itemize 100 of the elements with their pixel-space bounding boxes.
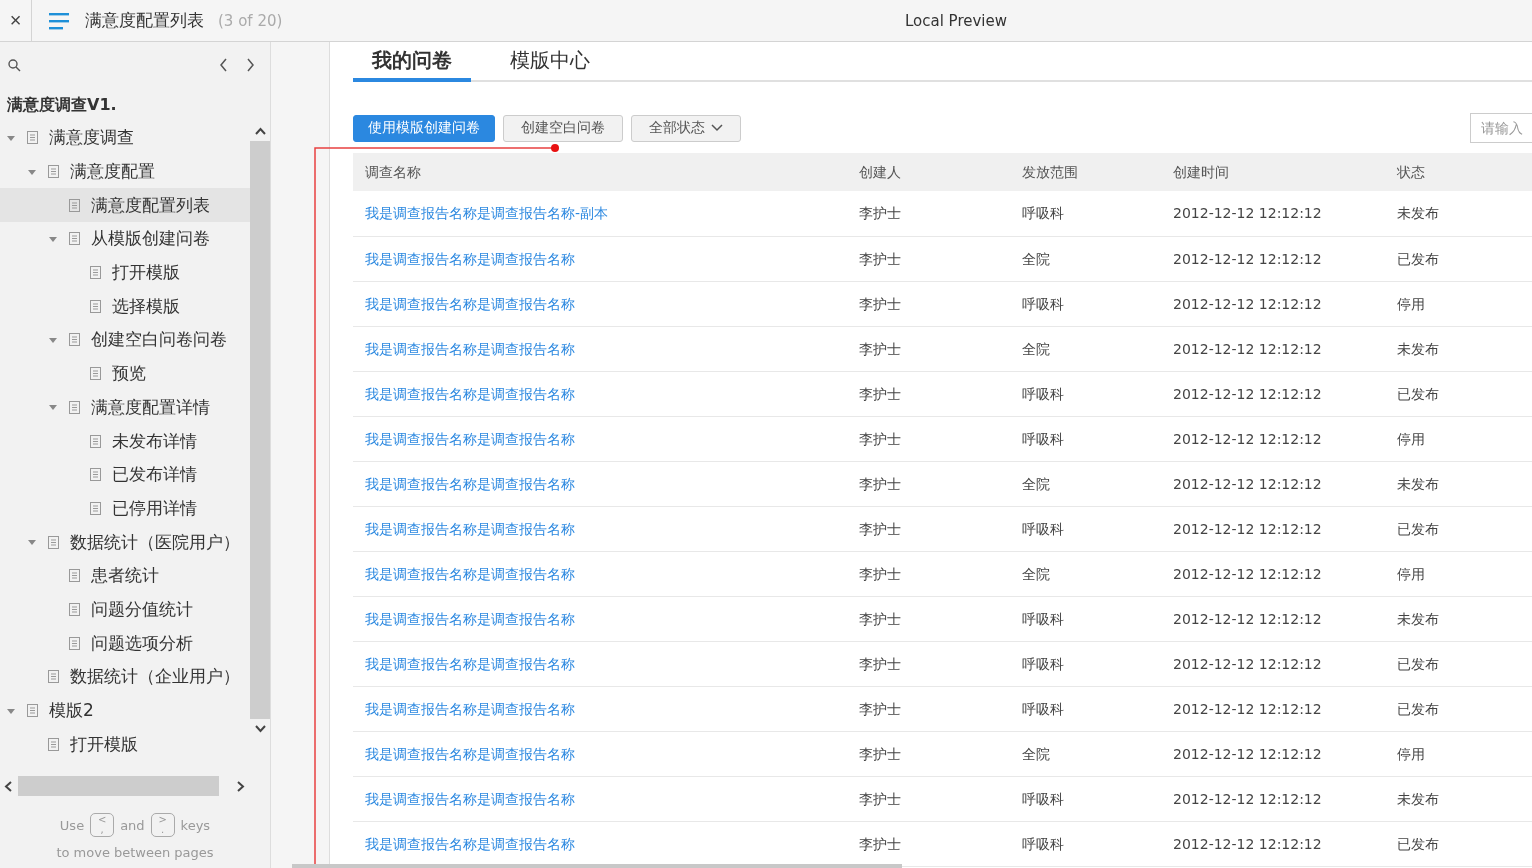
page-icon [69,602,80,616]
menu-icon[interactable] [49,11,71,30]
table-cell: 2012-12-12 12:12:12 [1161,551,1385,596]
column-header: 发放范围 [1010,153,1161,191]
tree-item[interactable]: 满意度配置 [0,154,250,189]
create-blank-button[interactable]: 创建空白问卷 [503,114,623,142]
tab[interactable]: 模版中心 [491,42,609,82]
table-cell: 全院 [1010,551,1161,596]
survey-link[interactable]: 我是调查报告名称是调查报告名称 [353,776,847,821]
tree-item[interactable]: 打开模版 [0,727,250,762]
table-cell: 李护士 [847,641,1010,686]
page-icon [48,737,59,751]
create-from-template-button[interactable]: 使用模版创建问卷 [353,114,495,142]
table-cell: 2012-12-12 12:12:12 [1161,281,1385,326]
next-icon[interactable] [246,58,255,72]
survey-link[interactable]: 我是调查报告名称是调查报告名称 [353,326,847,371]
tree-item[interactable]: 已发布详情 [0,457,250,492]
table-cell: 2012-12-12 12:12:12 [1161,776,1385,821]
scrollbar[interactable] [18,776,219,796]
table-cell: 李护士 [847,776,1010,821]
table-cell: 呼吸科 [1010,686,1161,731]
key-cap: > . [150,813,175,837]
table-cell: 未发布 [1385,596,1532,641]
page-icon [90,501,101,515]
page-icon [69,198,80,212]
tab[interactable]: 我的问卷 [353,42,471,82]
survey-link[interactable]: 我是调查报告名称是调查报告名称 [353,371,847,416]
tree-item[interactable]: 打开模版 [0,255,250,290]
project-title: 满意度调查V1. [6,94,118,116]
tree-item[interactable]: 患者统计 [0,558,250,593]
tree-item[interactable]: 数据统计（医院用户） [0,525,250,559]
survey-link[interactable]: 我是调查报告名称是调查报告名称 [353,506,847,551]
table-cell: 2012-12-12 12:12:12 [1161,191,1385,236]
tree-item[interactable]: 问题选项分析 [0,626,250,660]
page-icon [90,468,101,482]
tree-item[interactable]: 满意度配置详情 [0,390,250,425]
table-cell: 李护士 [847,551,1010,596]
survey-link[interactable]: 我是调查报告名称是调查报告名称 [353,686,847,731]
page-icon [90,434,101,448]
tree-item[interactable]: 已停用详情 [0,491,250,526]
tree-item[interactable]: 创建空白问卷问卷 [0,323,250,357]
tree-item[interactable]: 预览 [0,356,250,391]
survey-link[interactable]: 我是调查报告名称是调查报告名称-副本 [353,191,847,236]
tree-item[interactable]: 从模版创建问卷 [0,222,250,256]
column-header: 调查名称 [353,153,847,191]
table-cell: 呼吸科 [1010,641,1161,686]
table-cell: 全院 [1010,326,1161,371]
tree-item[interactable]: 满意度配置列表 [0,188,250,223]
table-cell: 李护士 [847,236,1010,281]
table-cell: 未发布 [1385,461,1532,506]
survey-link[interactable]: 我是调查报告名称是调查报告名称 [353,731,847,776]
survey-link[interactable]: 我是调查报告名称是调查报告名称 [353,461,847,506]
table-cell: 呼吸科 [1010,371,1161,416]
scroll-up-icon[interactable] [254,127,266,135]
close-button[interactable]: × [0,0,32,41]
hint-text: Use [59,817,85,833]
page-icon [69,400,80,414]
table-cell: 李护士 [847,596,1010,641]
column-header: 创建时间 [1161,153,1385,191]
tree-item[interactable]: 数据统计（企业用户） [0,660,250,694]
table-cell: 2012-12-12 12:12:12 [1161,326,1385,371]
table-cell: 已发布 [1385,236,1532,281]
survey-link[interactable]: 我是调查报告名称是调查报告名称 [353,641,847,686]
table-cell: 李护士 [847,371,1010,416]
tree-item[interactable]: 选择模版 [0,289,250,324]
survey-link[interactable]: 我是调查报告名称是调查报告名称 [353,416,847,461]
tree-item[interactable]: 未发布详情 [0,424,250,458]
survey-link[interactable]: 我是调查报告名称是调查报告名称 [353,281,847,326]
table-cell: 2012-12-12 12:12:12 [1161,506,1385,551]
tree-item[interactable]: 模版2 [0,693,250,728]
table-cell: 李护士 [847,731,1010,776]
table-cell: 已发布 [1385,821,1532,866]
table-cell: 全院 [1010,731,1161,776]
scroll-left-icon[interactable] [4,780,12,792]
table-cell: 李护士 [847,416,1010,461]
table-cell: 2012-12-12 12:12:12 [1161,821,1385,866]
key-cap: < , [90,813,115,837]
hint-text: keys [180,817,211,833]
search-field[interactable]: 请输入 [1470,113,1532,143]
table-cell: 呼吸科 [1010,821,1161,866]
table-cell: 李护士 [847,191,1010,236]
survey-link[interactable]: 我是调查报告名称是调查报告名称 [353,551,847,596]
scrollbar[interactable] [292,864,902,868]
column-header: 创建人 [847,153,1010,191]
window-title: Local Preview [905,11,1007,30]
table-cell: 全院 [1010,236,1161,281]
previous-icon[interactable] [219,58,228,72]
table-cell: 李护士 [847,281,1010,326]
tree-item[interactable]: 问题分值统计 [0,592,250,627]
scroll-right-icon[interactable] [237,780,245,792]
survey-link[interactable]: 我是调查报告名称是调查报告名称 [353,596,847,641]
survey-link[interactable]: 我是调查报告名称是调查报告名称 [353,236,847,281]
page-icon [69,636,80,650]
status-dropdown[interactable]: 全部状态 [631,114,741,142]
page-icon [90,299,101,313]
table-cell: 已发布 [1385,686,1532,731]
tree-item[interactable]: 满意度调查 [0,121,250,155]
page-icon [27,131,38,145]
scroll-down-icon[interactable] [254,725,266,733]
search-icon[interactable] [8,58,21,72]
